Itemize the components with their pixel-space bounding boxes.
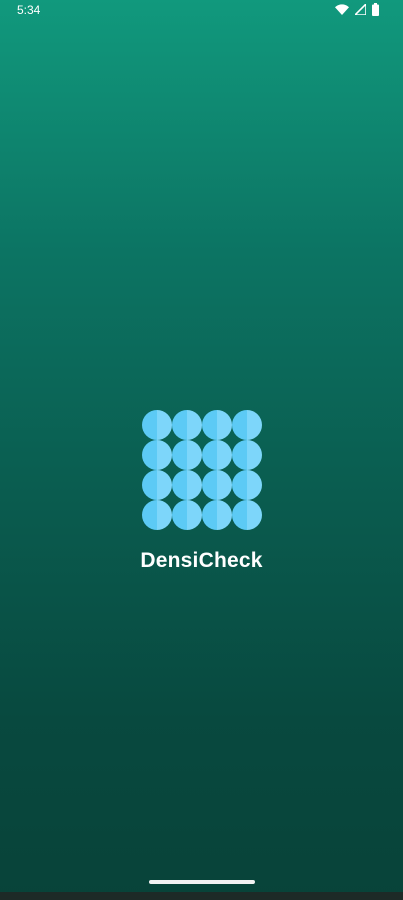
logo-dot	[141, 470, 172, 500]
home-indicator[interactable]	[149, 880, 255, 884]
logo-dot	[141, 410, 172, 440]
logo-dot	[171, 470, 202, 500]
logo-dot	[231, 440, 262, 470]
logo-dot	[231, 470, 262, 500]
logo-dot	[201, 410, 232, 440]
navigation-bar	[0, 892, 403, 900]
logo-dot	[201, 500, 232, 530]
logo-dot	[141, 500, 172, 530]
dot-grid-logo-icon	[141, 410, 262, 530]
status-time: 5:34	[17, 3, 41, 17]
wifi-icon	[335, 3, 349, 16]
logo-dot	[231, 410, 262, 440]
logo-dot	[231, 500, 262, 530]
logo-dot	[201, 470, 232, 500]
logo-dot	[141, 440, 172, 470]
battery-icon	[372, 3, 379, 16]
logo-dot	[171, 410, 202, 440]
signal-icon	[355, 4, 366, 15]
splash-screen: DensiCheck	[0, 410, 403, 573]
logo-dot	[171, 500, 202, 530]
status-bar: 5:34	[0, 0, 403, 22]
logo-dot	[171, 440, 202, 470]
logo-dot	[201, 440, 232, 470]
app-name: DensiCheck	[140, 549, 263, 572]
status-icons	[335, 3, 379, 16]
